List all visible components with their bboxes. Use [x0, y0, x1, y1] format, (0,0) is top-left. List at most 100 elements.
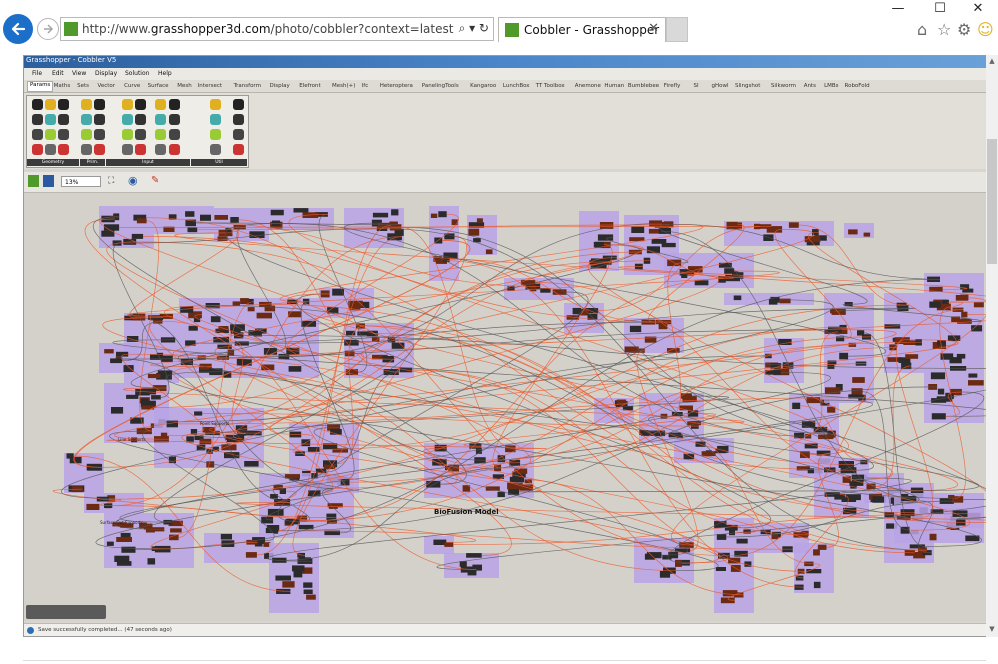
page-scrollbar[interactable]: ▲ ▼ — [986, 55, 998, 637]
ribbon-component-icon — [122, 144, 133, 155]
tab-title: Cobbler - Grasshopper — [524, 23, 660, 37]
minimize-button[interactable]: — — [878, 0, 918, 18]
component-node — [514, 468, 528, 474]
ribbon-component-icon — [32, 129, 43, 140]
ribbon-component-icon — [135, 99, 146, 110]
component-node — [736, 538, 748, 544]
gh-tab-bumblebee: Bumblebee — [627, 83, 660, 89]
gh-tab-slingshot: Slingshot — [735, 83, 761, 89]
canvas-group-title: BioFusion Model — [434, 508, 499, 516]
gh-title: Grasshopper - Cobbler V5 — [26, 56, 117, 64]
gh-tab-sets: Sets — [77, 83, 89, 89]
address-bar[interactable]: http://www.grasshopper3d.com/photo/cobbl… — [60, 17, 494, 41]
site-favicon-icon — [64, 22, 78, 36]
ribbon-component-icon — [233, 114, 244, 125]
scroll-down-icon[interactable]: ▼ — [986, 625, 998, 635]
ribbon-component-icon — [45, 144, 56, 155]
gh-canvas-toolbar: 13% ⛶ ◉ ✎ — [24, 172, 987, 193]
gh-tab-mesh: Mesh — [177, 83, 192, 89]
address-url[interactable]: http://www.grasshopper3d.com/photo/cobbl… — [82, 22, 453, 36]
group-label-surface-supports: Surface Out Supports — [100, 520, 143, 525]
component-node — [459, 561, 467, 567]
browser-tab[interactable]: Cobbler - Grasshopper ✕ — [498, 17, 666, 42]
gh-tab-display: Display — [269, 83, 290, 89]
gh-tab-curve: Curve — [124, 83, 141, 89]
component-node — [451, 219, 458, 226]
gh-tab-human: Human — [604, 83, 625, 89]
forward-arrow-icon — [44, 24, 54, 34]
gh-statusbar: Save successfully completed... (47 secon… — [24, 623, 987, 636]
home-icon[interactable]: ⌂ — [917, 20, 927, 39]
gh-tab-mesh-: Mesh(+) — [332, 83, 356, 89]
ribbon-component-icon — [135, 144, 146, 155]
component-node — [293, 570, 303, 578]
component-node — [106, 541, 114, 546]
component-node — [236, 358, 252, 366]
smiley-icon[interactable]: ☺ — [977, 20, 994, 39]
new-tab-button[interactable] — [666, 17, 688, 42]
component-node — [771, 534, 779, 540]
ribbon-group-label: Input — [106, 159, 190, 166]
gh-tab-ifc: Ifc — [361, 83, 369, 89]
component-node — [391, 342, 405, 349]
tab-close-icon[interactable]: ✕ — [648, 21, 659, 36]
component-node — [675, 559, 682, 567]
component-node — [680, 393, 692, 399]
component-node — [282, 581, 295, 588]
ribbon-component-icon — [94, 99, 105, 110]
gh-tab-anemone: Anemone — [574, 83, 601, 89]
component-node — [114, 555, 130, 562]
scroll-thumb[interactable] — [987, 139, 997, 264]
component-node — [831, 308, 846, 315]
browser-chrome: http://www.grasshopper3d.com/photo/cobbl… — [0, 0, 998, 44]
component-node — [968, 380, 984, 386]
component-node — [141, 398, 149, 404]
gear-icon[interactable]: ⚙ — [957, 20, 971, 39]
component-node — [307, 447, 320, 452]
ribbon-component-icon — [58, 129, 69, 140]
back-button[interactable] — [3, 14, 33, 44]
ribbon-component-icon — [81, 129, 92, 140]
component-node — [194, 411, 203, 416]
ribbon-component-icon — [135, 114, 146, 125]
component-node — [131, 233, 144, 239]
ribbon-component-icon — [169, 129, 180, 140]
ribbon-component-icon — [155, 144, 166, 155]
gh-tab-si: SI — [693, 83, 699, 89]
component-node — [200, 214, 211, 221]
address-search-refresh-icons[interactable]: ⌕ ▾ ↻ — [459, 21, 489, 36]
component-node — [147, 558, 156, 565]
gh-tab-vector: Vector — [97, 83, 116, 89]
star-icon[interactable]: ☆ — [937, 20, 951, 39]
gh-tab-ants: Ants — [803, 83, 816, 89]
component-node — [288, 311, 302, 318]
ribbon-component-icon — [81, 144, 92, 155]
close-window-button[interactable]: ✕ — [958, 0, 998, 18]
maximize-button[interactable]: ☐ — [920, 0, 960, 18]
forward-button[interactable] — [37, 18, 59, 40]
component-node — [444, 542, 454, 547]
component-node — [851, 388, 863, 395]
gh-menubar: File Edit View Display Solution Help — [24, 68, 987, 80]
ribbon-component-icon — [122, 129, 133, 140]
scroll-up-icon[interactable]: ▲ — [986, 57, 998, 67]
component-node — [955, 295, 968, 301]
component-node — [298, 557, 311, 564]
ribbon-component-icon — [169, 99, 180, 110]
ribbon-component-icon — [155, 114, 166, 125]
component-node — [123, 365, 134, 372]
gh-tab-silkworm: Silkworm — [770, 83, 797, 89]
component-node — [232, 301, 240, 306]
ribbon-component-icon — [94, 129, 105, 140]
gh-tab-elefront: Elefront — [299, 83, 321, 89]
ribbon-component-icon — [81, 99, 92, 110]
component-node — [839, 352, 849, 360]
sketch-pen-icon: ✎ — [151, 175, 160, 186]
open-file-icon — [28, 175, 39, 187]
ribbon-component-icon — [155, 99, 166, 110]
component-node — [714, 521, 727, 528]
component-node — [247, 307, 255, 312]
component-node — [726, 221, 738, 227]
gh-ribbon: Geometry Prim. Input Util — [24, 93, 987, 169]
component-node — [136, 218, 147, 224]
